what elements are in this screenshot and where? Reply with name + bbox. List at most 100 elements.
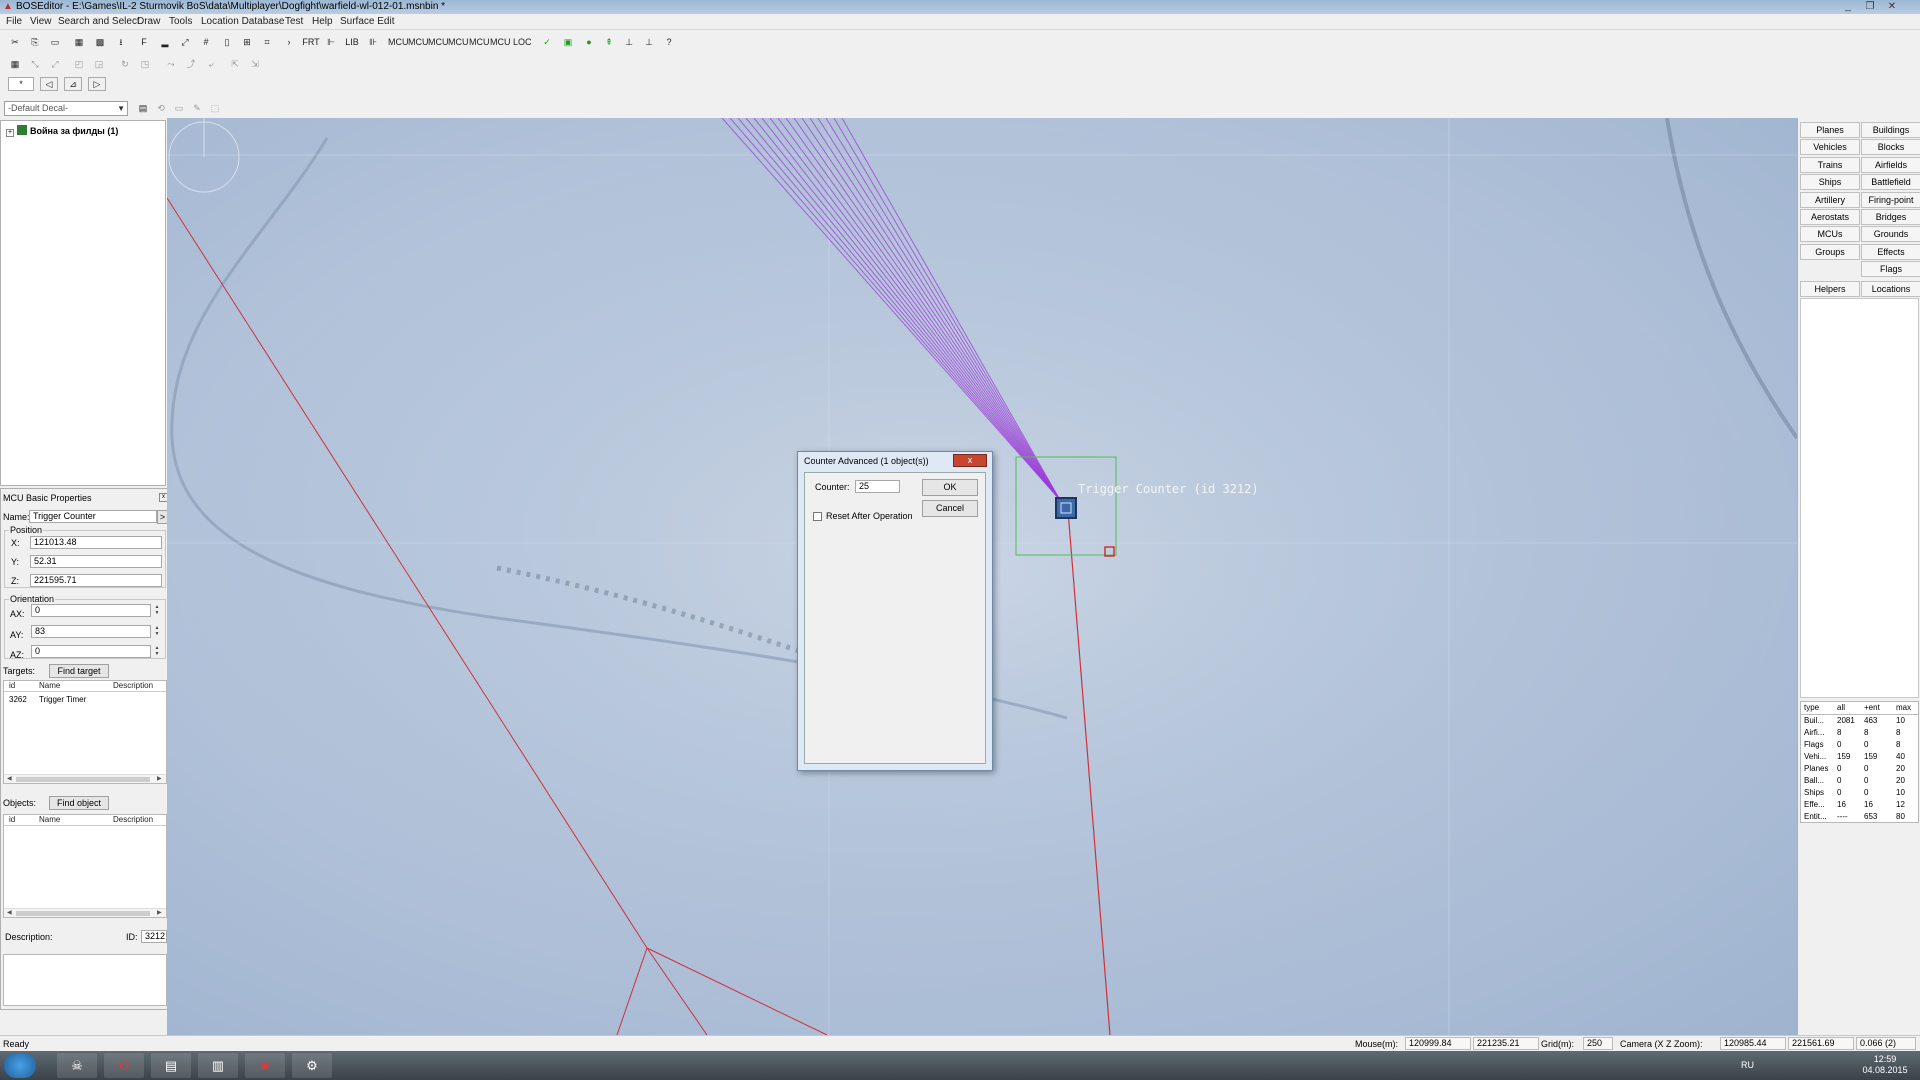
tool-copy[interactable]: ⎘	[26, 33, 44, 51]
tool-loc[interactable]: LOC	[513, 33, 532, 51]
tool-expand[interactable]: ⤢	[176, 33, 194, 51]
cancel-button[interactable]: Cancel	[922, 500, 978, 517]
palette-effects[interactable]: Effects	[1861, 243, 1920, 260]
reset-checkbox[interactable]	[813, 512, 822, 521]
palette-grounds[interactable]: Grounds	[1861, 226, 1920, 243]
tool-map[interactable]: ▩	[91, 33, 109, 51]
ax-stepper[interactable]: ▲ ▼	[153, 604, 161, 617]
name-field[interactable]: Trigger Counter	[29, 510, 157, 523]
palette-battlefield[interactable]: Battlefield	[1861, 174, 1920, 191]
tool-left[interactable]: ◁	[40, 77, 58, 91]
tool-path1[interactable]: ⤳	[162, 55, 180, 73]
taskbar-app-4[interactable]: ▥	[198, 1053, 238, 1078]
tree-root[interactable]: + Война за филды (1)	[6, 125, 118, 137]
tool-cut[interactable]: ✂	[6, 33, 24, 51]
ay-field[interactable]: 83	[31, 625, 151, 638]
palette-artillery[interactable]: Artillery	[1800, 191, 1860, 208]
tool-mcu-2[interactable]: MCU	[408, 33, 429, 51]
tool-align1[interactable]: ⊩	[322, 33, 340, 51]
tool-base2[interactable]: ⊥	[640, 33, 658, 51]
ax-field[interactable]: 0	[31, 604, 151, 617]
z-field[interactable]: 221595.71	[30, 574, 162, 587]
tool-dot[interactable]: ●	[580, 33, 598, 51]
tool-f[interactable]: F	[135, 33, 153, 51]
taskbar-app-1[interactable]: ☠	[57, 1053, 97, 1078]
menu-surface-edit[interactable]: Surface Edit	[340, 16, 394, 28]
palette-buildings[interactable]: Buildings	[1861, 122, 1920, 138]
stats-col-header[interactable]: all	[1837, 703, 1845, 713]
palette-firing-point[interactable]: Firing-point	[1861, 191, 1920, 208]
tool-grid2[interactable]: ⊞	[238, 33, 256, 51]
az-stepper[interactable]: ▲ ▼	[153, 645, 161, 658]
decal-select[interactable]: -Default Decal- ▼	[4, 101, 128, 116]
menu-file[interactable]: File	[6, 16, 22, 28]
tool-mcu-6[interactable]: MCU	[490, 33, 511, 51]
dialog-close-button[interactable]: x	[953, 454, 987, 467]
tool-move2[interactable]: ⇲	[246, 55, 264, 73]
stats-col-header[interactable]: max	[1896, 703, 1911, 713]
tool-star[interactable]: *	[8, 77, 34, 91]
counter-field[interactable]: 25	[855, 480, 900, 493]
menu-test[interactable]: Test	[285, 16, 303, 28]
tool-grid3[interactable]: ⌗	[258, 33, 276, 51]
tool-move1[interactable]: ⇱	[226, 55, 244, 73]
tool-mid[interactable]: ⊿	[64, 77, 82, 91]
palette-trains[interactable]: Trains	[1800, 156, 1860, 173]
tool-lib[interactable]: LIB	[343, 33, 361, 51]
stats-col-header[interactable]: +ent	[1864, 703, 1880, 713]
ok-button[interactable]: OK	[922, 479, 978, 496]
palette-helpers[interactable]: Helpers	[1800, 280, 1860, 297]
taskbar-app-5[interactable]: ★	[245, 1053, 285, 1078]
decal-tool-4[interactable]: ✎	[188, 99, 206, 117]
tool-mcu-1[interactable]: MCU	[388, 33, 409, 51]
tool-mcu-3[interactable]: MCU	[428, 33, 449, 51]
palette-ships[interactable]: Ships	[1800, 174, 1860, 191]
maximize-button[interactable]: ❐	[1860, 1, 1880, 13]
palette-aerostats[interactable]: Aerostats	[1800, 209, 1860, 225]
tool-scale2[interactable]: ⤢	[46, 55, 64, 73]
language-indicator[interactable]: RU	[1741, 1059, 1754, 1071]
find-target-button[interactable]: Find target	[49, 664, 109, 678]
tool-frt[interactable]: FRT	[302, 33, 320, 51]
menu-draw[interactable]: Draw	[137, 16, 160, 28]
objects-list[interactable]: id Name Description ◀ ▶	[3, 814, 167, 918]
expand-icon[interactable]: +	[6, 129, 14, 137]
palette-airfields[interactable]: Airfields	[1861, 156, 1920, 173]
close-window-button[interactable]: ✕	[1882, 1, 1902, 13]
description-textarea[interactable]	[3, 954, 167, 1006]
decal-tool-5[interactable]: ⬚	[206, 99, 224, 117]
palette-list[interactable]	[1800, 298, 1919, 698]
decal-tool-1[interactable]: ▤	[134, 99, 152, 117]
tool-frame3[interactable]: ◳	[136, 55, 154, 73]
ay-stepper[interactable]: ▲ ▼	[153, 625, 161, 638]
y-field[interactable]: 52.31	[30, 555, 162, 568]
menu-view[interactable]: View	[30, 16, 52, 28]
tool-align2[interactable]: ⊪	[364, 33, 382, 51]
palette-vehicles[interactable]: Vehicles	[1800, 139, 1860, 156]
decal-tool-3[interactable]: ▭	[170, 99, 188, 117]
taskbar-app-opera[interactable]: O	[104, 1053, 144, 1078]
menu-location-database[interactable]: Location Database	[201, 16, 284, 28]
help-icon[interactable]: ?	[660, 33, 678, 51]
tool-up[interactable]: ⇞	[600, 33, 618, 51]
clock[interactable]: 12:59 04.08.2015	[1855, 1054, 1915, 1076]
trigger-counter-icon[interactable]	[1055, 497, 1077, 519]
palette-locations[interactable]: Locations	[1861, 280, 1920, 297]
tool-grid[interactable]: ▦	[70, 33, 88, 51]
tool-drop[interactable]: ⭳	[112, 33, 130, 51]
menu-help[interactable]: Help	[312, 16, 333, 28]
palette-mcus[interactable]: MCUs	[1800, 226, 1860, 243]
taskbar-app-6[interactable]: ⚙	[292, 1053, 332, 1078]
tool-frame[interactable]: ▯	[218, 33, 236, 51]
tool-mcu-4[interactable]: MCU	[448, 33, 469, 51]
menu-search-select[interactable]: Search and Select	[58, 16, 140, 28]
az-field[interactable]: 0	[31, 645, 151, 658]
tool-box[interactable]: ▣	[559, 33, 577, 51]
palette-flags[interactable]: Flags	[1861, 261, 1920, 278]
taskbar-app-3[interactable]: ▤	[151, 1053, 191, 1078]
object-tree[interactable]: + Война за филды (1)	[0, 120, 166, 486]
find-object-button[interactable]: Find object	[49, 796, 109, 810]
stats-col-header[interactable]: type	[1804, 703, 1819, 713]
objects-scrollbar[interactable]: ◀ ▶	[4, 908, 166, 917]
tool-check[interactable]: ✓	[538, 33, 556, 51]
